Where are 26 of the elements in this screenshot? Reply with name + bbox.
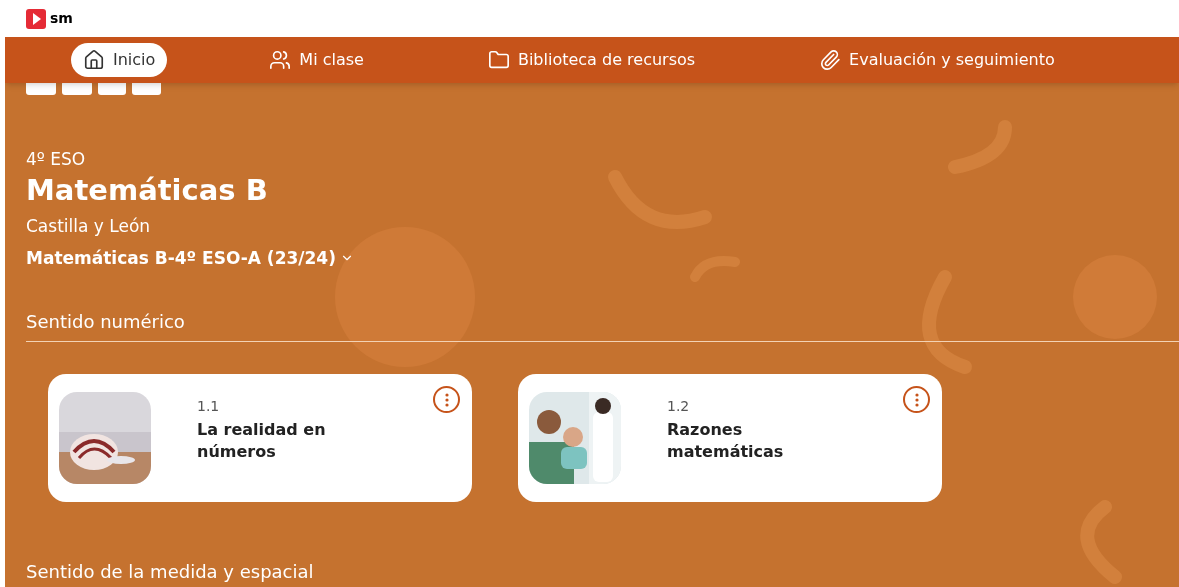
nav-tab[interactable]: Inicio	[71, 43, 168, 77]
section-title: Sentido numérico	[26, 310, 185, 334]
nav-tab[interactable]: Mi clase	[257, 43, 376, 77]
more-options-button[interactable]	[903, 386, 930, 413]
nav-tab[interactable]: Evaluación y seguimiento	[807, 43, 1067, 77]
more-options-button[interactable]	[433, 386, 460, 413]
unit-card[interactable]: 1.1 La realidad en números	[48, 374, 472, 502]
nav-tab[interactable]: Biblioteca de recursos	[475, 43, 708, 77]
course-level: 4º ESO	[26, 148, 86, 170]
unit-card[interactable]: 1.2 Razones matemáticas	[518, 374, 942, 502]
more-icon	[914, 392, 919, 407]
people-icon	[269, 49, 292, 71]
unit-number: 1.2	[667, 396, 691, 416]
group-dropdown[interactable]: Matemáticas B-4º ESO-A (23/24)	[26, 243, 354, 273]
unit-number: 1.1	[197, 396, 221, 416]
brand-name: sm	[50, 9, 73, 28]
course-region: Castilla y León	[26, 215, 151, 238]
home-icon	[83, 49, 105, 71]
more-icon	[444, 392, 449, 407]
paperclip-icon	[819, 49, 842, 71]
logo-icon	[26, 8, 46, 29]
unit-title: La realidad en números	[197, 418, 327, 463]
unit-title: Razones matemáticas	[667, 418, 785, 463]
folder-icon	[487, 49, 510, 71]
course-title: Matemáticas B	[26, 172, 268, 209]
section-title: Sentido de la medida y espacial	[26, 560, 314, 584]
